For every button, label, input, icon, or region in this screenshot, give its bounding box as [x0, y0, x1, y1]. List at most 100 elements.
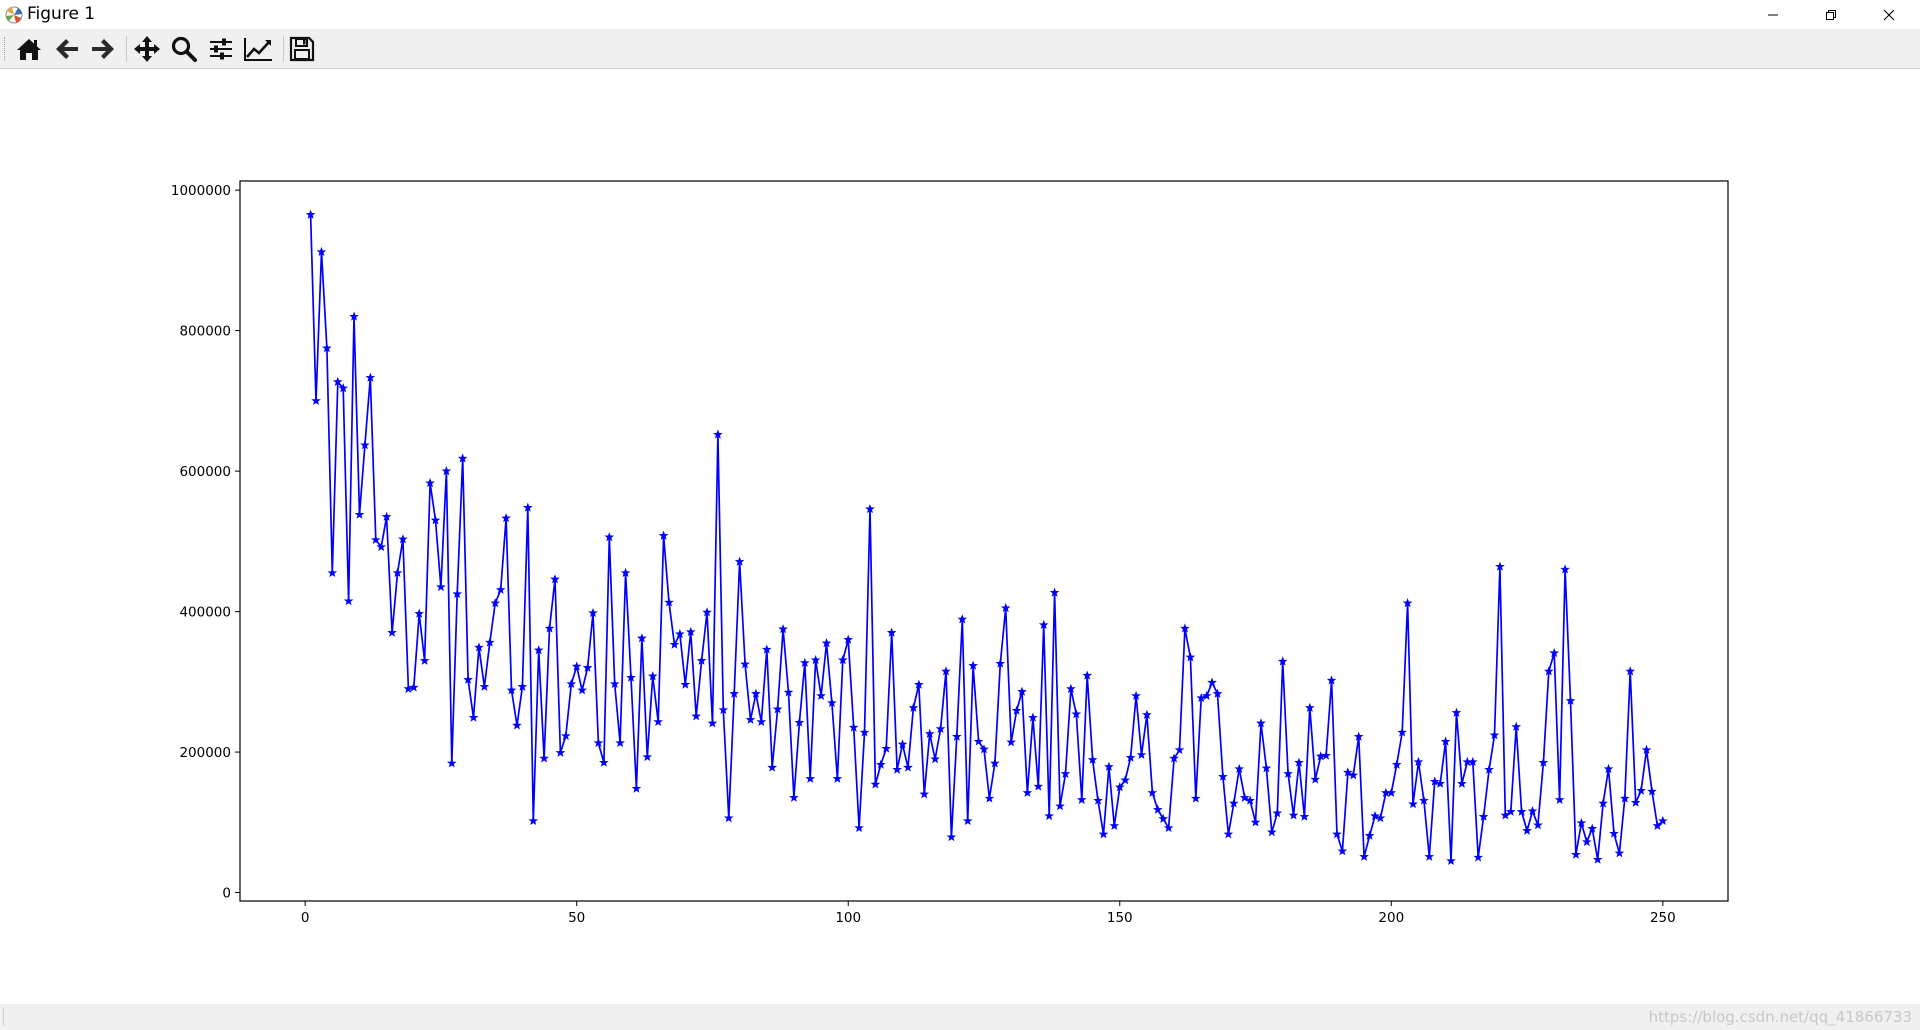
data-point — [1098, 829, 1109, 839]
home-icon — [17, 39, 41, 60]
data-point — [436, 581, 446, 592]
forward-button[interactable] — [87, 33, 119, 65]
data-point — [1044, 810, 1054, 821]
data-point — [946, 832, 957, 842]
data-point — [1630, 797, 1641, 807]
data-point — [446, 758, 457, 768]
data-point — [555, 747, 566, 757]
data-point — [1055, 801, 1065, 811]
data-point — [805, 773, 816, 783]
data-point — [707, 718, 718, 728]
data-point — [1223, 829, 1234, 839]
subplots-button[interactable] — [205, 33, 237, 65]
data-point — [816, 690, 826, 700]
data-point — [653, 716, 663, 726]
data-point — [669, 639, 680, 649]
data-point — [599, 757, 609, 767]
pan-button[interactable] — [131, 33, 163, 65]
y-tick-label: 0 — [222, 886, 231, 902]
data-point — [1636, 785, 1646, 795]
data-point — [1022, 787, 1033, 797]
data-point — [1614, 848, 1625, 858]
data-point — [1136, 749, 1147, 759]
data-point — [1424, 851, 1435, 861]
figure-window: Figure 1 0 50 100 150 200 250 0 200000 4… — [0, 0, 1920, 1030]
back-button[interactable] — [51, 33, 83, 65]
data-point — [1533, 820, 1543, 830]
line-chart-icon — [244, 38, 272, 61]
data-point — [745, 714, 756, 724]
data-point — [1152, 804, 1163, 814]
window-title: Figure 1 — [27, 4, 96, 24]
status-bar: https://blog.csdn.net/qq_41866733 — [0, 1004, 1920, 1030]
data-point — [1267, 827, 1277, 837]
move-icon — [134, 36, 160, 62]
restore-icon — [1826, 9, 1836, 20]
data-point — [1522, 825, 1532, 835]
data-point — [1457, 778, 1467, 788]
data-point — [756, 716, 767, 726]
line-chart: 0 50 100 150 200 250 0 200000 400000 600000 800000… — [171, 180, 1729, 926]
series-line — [309, 214, 1664, 862]
y-tick-label: 400000 — [179, 605, 231, 621]
arrow-left-icon — [56, 39, 78, 59]
minimize-icon — [1768, 14, 1778, 15]
data-point — [1408, 799, 1418, 809]
data-point — [479, 681, 490, 691]
x-tick-label: 200 — [1378, 910, 1404, 926]
x-tick-label: 0 — [301, 910, 310, 926]
data-point — [343, 596, 354, 606]
x-tick-label: 150 — [1107, 910, 1133, 926]
data-point — [930, 754, 940, 764]
data-point — [539, 753, 549, 763]
x-tick-label: 100 — [835, 910, 861, 926]
data-point — [512, 720, 522, 730]
minimize-button[interactable] — [1744, 0, 1802, 29]
data-point — [1571, 849, 1581, 859]
data-point — [1076, 794, 1087, 804]
y-tick-label: 600000 — [179, 464, 231, 480]
data-point — [723, 813, 734, 823]
data-point — [642, 751, 653, 762]
data-point — [1446, 855, 1456, 866]
y-tick-label: 1000000 — [171, 183, 231, 199]
data-point — [615, 737, 625, 748]
data-point — [1359, 851, 1369, 861]
data-point — [1310, 774, 1321, 784]
data-point — [1386, 787, 1397, 797]
data-point — [1299, 811, 1310, 821]
title-bar: Figure 1 — [0, 0, 1920, 29]
data-point — [892, 764, 902, 774]
data-point — [1473, 852, 1483, 862]
watermark-text: https://blog.csdn.net/qq_41866733 — [1648, 1008, 1912, 1026]
data-point — [680, 679, 691, 689]
figure-canvas[interactable]: 0 50 100 150 200 250 0 200000 400000 600000 800000… — [0, 69, 1920, 1004]
edit-axes-button[interactable] — [242, 33, 274, 65]
data-point — [1581, 836, 1592, 847]
save-button[interactable] — [286, 33, 318, 65]
data-point — [1554, 794, 1565, 804]
data-point — [354, 509, 365, 519]
home-button[interactable] — [13, 33, 45, 65]
floppy-disk-icon — [289, 36, 315, 62]
data-point — [1006, 737, 1016, 747]
close-button[interactable] — [1860, 0, 1918, 29]
data-point — [468, 712, 479, 722]
data-point — [408, 682, 419, 692]
data-point — [1109, 820, 1120, 830]
toolbar-separator — [283, 36, 284, 62]
data-point — [919, 789, 930, 799]
magnifier-icon — [171, 36, 197, 62]
data-point — [1250, 817, 1261, 827]
data-point — [1288, 810, 1299, 820]
data-point — [691, 711, 701, 721]
data-point — [1174, 744, 1185, 755]
data-point — [903, 762, 913, 772]
y-tick-label: 800000 — [179, 324, 231, 340]
maximize-button[interactable] — [1802, 0, 1860, 29]
data-point — [962, 815, 973, 826]
navigation-toolbar — [0, 29, 1920, 69]
x-tick-label: 250 — [1650, 910, 1676, 926]
data-point — [767, 762, 778, 772]
zoom-button[interactable] — [168, 33, 200, 65]
